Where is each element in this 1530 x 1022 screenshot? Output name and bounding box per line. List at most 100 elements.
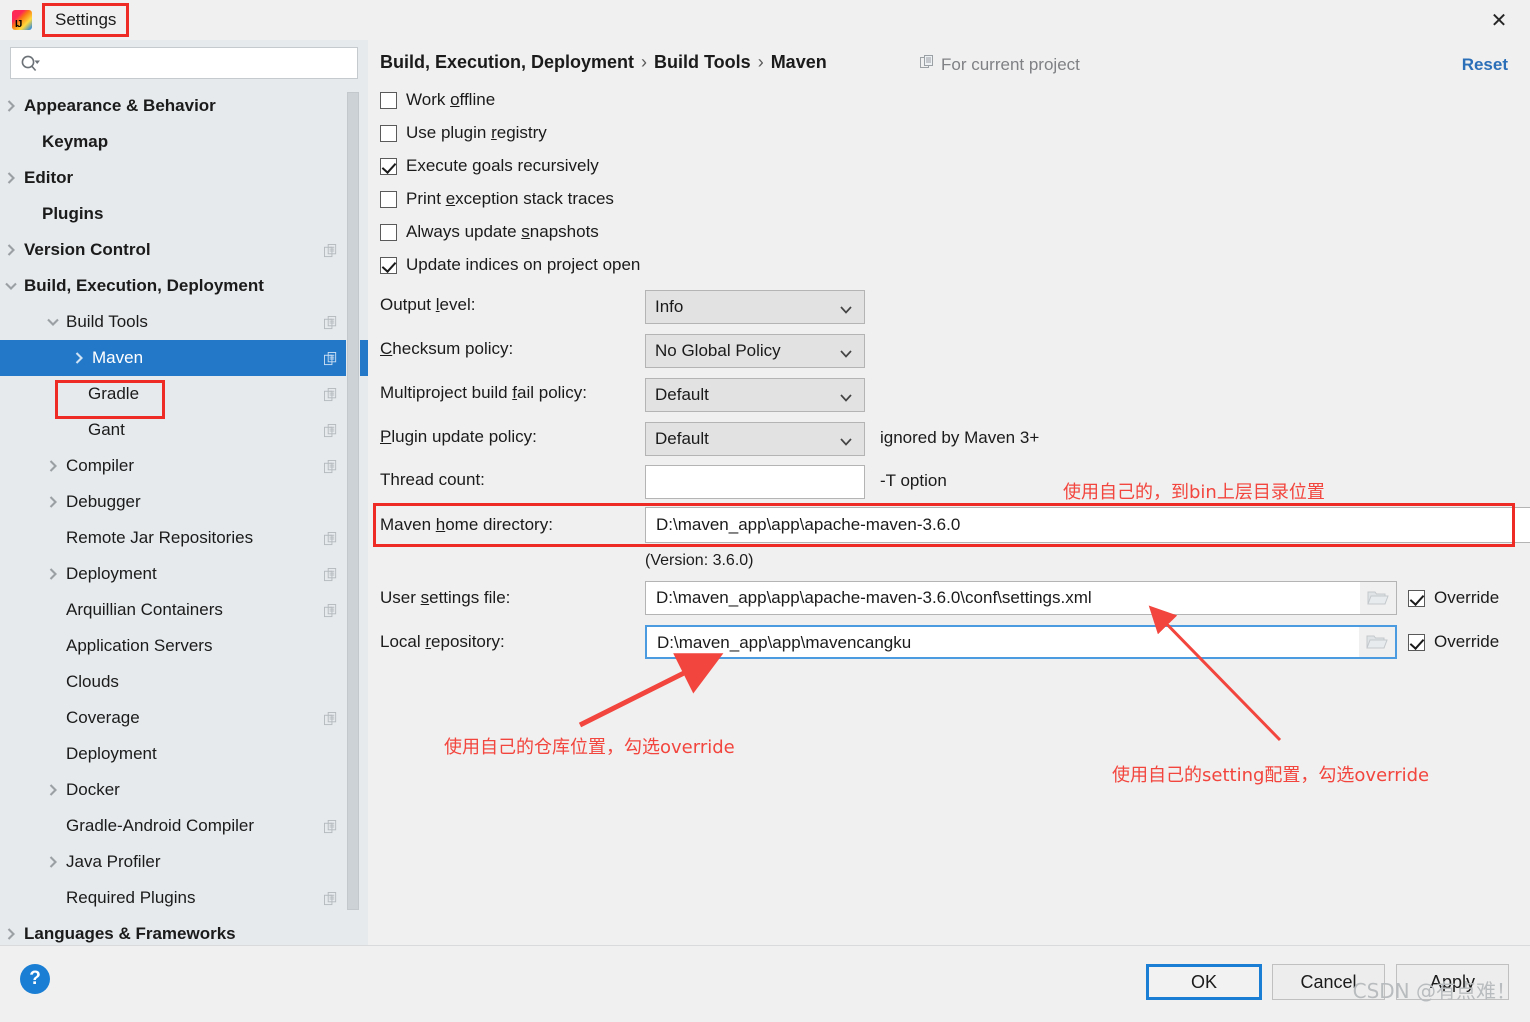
sidebar-item-keymap[interactable]: Keymap — [0, 124, 368, 160]
folder-icon[interactable] — [1359, 627, 1395, 657]
checkbox-box[interactable] — [380, 157, 397, 175]
sidebar-item-label: Build Tools — [66, 312, 148, 331]
checkbox-work-offline[interactable]: Work offline — [380, 90, 495, 110]
copy-settings-icon[interactable] — [324, 531, 338, 546]
user-settings-override[interactable]: Override — [1408, 588, 1499, 608]
copy-settings-icon[interactable] — [324, 603, 338, 618]
sidebar-item-label: Application Servers — [66, 636, 213, 655]
ok-button[interactable]: OK — [1146, 964, 1262, 1000]
sidebar-item-deployment[interactable]: Deployment — [0, 556, 368, 592]
thread-count-row: Thread count: — [380, 470, 485, 490]
thread-count-input[interactable] — [645, 465, 865, 499]
sidebar-item-plugins[interactable]: Plugins — [0, 196, 368, 232]
checkbox-use-plugin-registry[interactable]: Use plugin registry — [380, 123, 547, 143]
plugin-update-policy-value: Default — [655, 429, 709, 448]
plugin-update-policy-dropdown[interactable]: Default — [645, 422, 865, 456]
sidebar-item-gradle[interactable]: Gradle — [0, 376, 368, 412]
breadcrumb-separator-2: › — [757, 52, 764, 72]
sidebar-item-gant[interactable]: Gant — [0, 412, 368, 448]
sidebar-item-application-servers[interactable]: Application Servers — [0, 628, 368, 664]
chevron-right-icon[interactable] — [46, 567, 60, 581]
sidebar-item-label: Appearance & Behavior — [24, 96, 216, 115]
copy-settings-icon[interactable] — [324, 243, 338, 258]
user-settings-row: User settings file: — [380, 588, 510, 608]
checkbox-label: Use plugin registry — [406, 123, 547, 142]
chevron-down-icon[interactable] — [4, 279, 18, 293]
checkbox-box[interactable] — [380, 223, 397, 241]
search-input[interactable] — [45, 48, 355, 78]
reset-link[interactable]: Reset — [1462, 55, 1508, 75]
sidebar-item-java-profiler[interactable]: Java Profiler — [0, 844, 368, 880]
folder-icon[interactable] — [1360, 582, 1396, 614]
sidebar-item-remote-jar-repositories[interactable]: Remote Jar Repositories — [0, 520, 368, 556]
chevron-right-icon[interactable] — [4, 99, 18, 113]
sidebar-scrollbar-thumb[interactable] — [347, 92, 359, 910]
sidebar-item-arquillian-containers[interactable]: Arquillian Containers — [0, 592, 368, 628]
copy-settings-icon[interactable] — [324, 891, 338, 906]
checkbox-update-indices-on-project-open[interactable]: Update indices on project open — [380, 255, 640, 275]
sidebar-item-compiler[interactable]: Compiler — [0, 448, 368, 484]
close-icon[interactable]: ✕ — [1468, 0, 1530, 40]
checkbox-box[interactable] — [380, 190, 397, 208]
checkbox-print-exception-stack-traces[interactable]: Print exception stack traces — [380, 189, 614, 209]
sidebar-item-coverage[interactable]: Coverage — [0, 700, 368, 736]
copy-settings-icon[interactable] — [324, 387, 338, 402]
chevron-down-icon[interactable] — [46, 315, 60, 329]
sidebar-item-required-plugins[interactable]: Required Plugins — [0, 880, 368, 916]
sidebar-item-deployment[interactable]: Deployment — [0, 736, 368, 772]
user-settings-override-checkbox[interactable] — [1408, 589, 1425, 607]
chevron-right-icon[interactable] — [72, 351, 86, 365]
sidebar-item-build-tools[interactable]: Build Tools — [0, 304, 368, 340]
local-repo-override-checkbox[interactable] — [1408, 633, 1425, 651]
checkbox-label: Execute goals recursively — [406, 156, 599, 175]
copy-settings-icon[interactable] — [324, 315, 338, 330]
chevron-right-icon[interactable] — [46, 459, 60, 473]
copy-settings-icon[interactable] — [324, 711, 338, 726]
checkbox-box[interactable] — [380, 91, 397, 109]
sidebar-item-docker[interactable]: Docker — [0, 772, 368, 808]
sidebar-item-clouds[interactable]: Clouds — [0, 664, 368, 700]
checkbox-box[interactable] — [380, 256, 397, 274]
breadcrumb-part-1[interactable]: Build, Execution, Deployment — [380, 52, 634, 72]
help-button[interactable]: ? — [20, 964, 50, 994]
checksum-policy-dropdown[interactable]: No Global Policy — [645, 334, 865, 368]
local-repo-label: Local repository: — [380, 632, 505, 651]
copy-settings-icon[interactable] — [324, 351, 338, 366]
breadcrumb-part-3[interactable]: Maven — [771, 52, 827, 72]
sidebar-item-appearance-behavior[interactable]: Appearance & Behavior — [0, 88, 368, 124]
local-repo-input[interactable]: D:\maven_app\app\mavencangku — [645, 625, 1397, 659]
checkbox-box[interactable] — [380, 124, 397, 142]
checkbox-execute-goals-recursively[interactable]: Execute goals recursively — [380, 156, 599, 176]
checkbox-always-update-snapshots[interactable]: Always update snapshots — [380, 222, 599, 242]
multiproject-policy-dropdown[interactable]: Default — [645, 378, 865, 412]
sidebar-item-label: Deployment — [66, 744, 157, 763]
maven-home-combobox[interactable]: D:\maven_app\app\apache-maven-3.6.0 — [645, 507, 1530, 543]
sidebar-item-label: Keymap — [42, 132, 109, 151]
local-repo-override-label: Override — [1434, 632, 1500, 651]
chevron-right-icon[interactable] — [46, 783, 60, 797]
sidebar-item-debugger[interactable]: Debugger — [0, 484, 368, 520]
chevron-right-icon[interactable] — [4, 171, 18, 185]
breadcrumb-part-2[interactable]: Build Tools — [654, 52, 751, 72]
copy-settings-icon[interactable] — [324, 459, 338, 474]
user-settings-input[interactable]: D:\maven_app\app\apache-maven-3.6.0\conf… — [645, 581, 1397, 615]
copy-settings-icon[interactable] — [324, 819, 338, 834]
chevron-right-icon[interactable] — [46, 855, 60, 869]
sidebar-item-label: Gradle — [88, 384, 140, 403]
chevron-right-icon[interactable] — [4, 243, 18, 257]
plugin-update-policy-row: Plugin update policy: — [380, 427, 537, 447]
copy-settings-icon[interactable] — [324, 567, 338, 582]
sidebar-item-build-execution-deployment[interactable]: Build, Execution, Deployment — [0, 268, 368, 304]
search-box[interactable] — [10, 47, 358, 79]
sidebar-item-editor[interactable]: Editor — [0, 160, 368, 196]
chevron-right-icon[interactable] — [46, 495, 60, 509]
output-level-dropdown[interactable]: Info — [645, 290, 865, 324]
checksum-policy-value: No Global Policy — [655, 341, 781, 360]
sidebar-item-languages-frameworks[interactable]: Languages & Frameworks — [0, 916, 368, 945]
local-repo-override[interactable]: Override — [1408, 632, 1499, 652]
chevron-right-icon[interactable] — [4, 927, 18, 941]
sidebar-item-gradle-android-compiler[interactable]: Gradle-Android Compiler — [0, 808, 368, 844]
sidebar-item-maven[interactable]: Maven — [0, 340, 368, 376]
copy-settings-icon[interactable] — [324, 423, 338, 438]
sidebar-item-version-control[interactable]: Version Control — [0, 232, 368, 268]
